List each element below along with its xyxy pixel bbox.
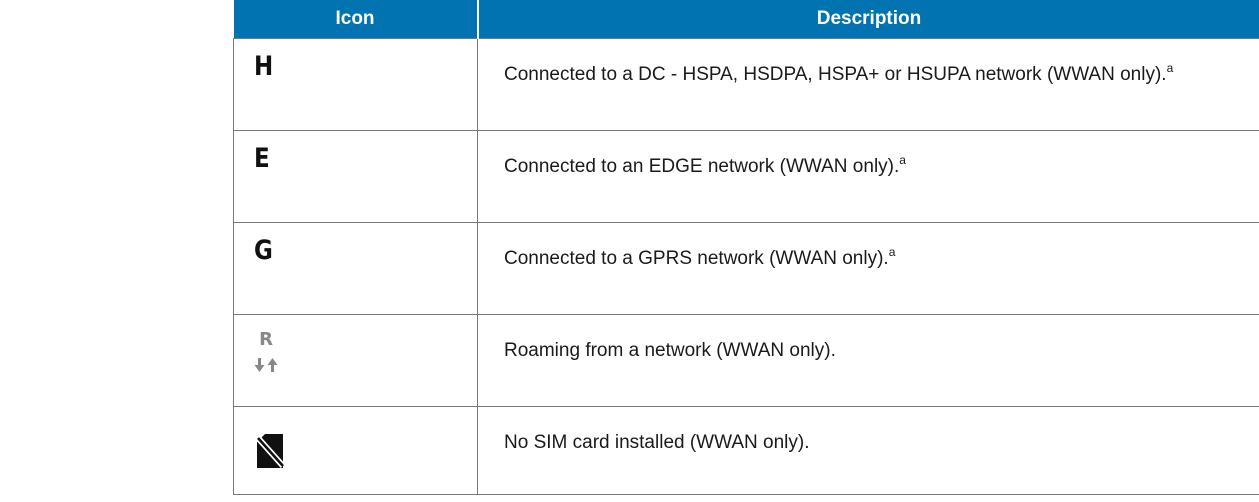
footnote-marker: a: [1166, 60, 1174, 75]
network-h-icon: H: [254, 50, 274, 82]
status-icons-table-container: Icon Description H Connected to a DC - H…: [233, 0, 1259, 495]
header-icon: Icon: [233, 0, 479, 39]
icon-cell: H: [233, 37, 478, 131]
description-cell: No SIM card installed (WWAN only).: [477, 405, 1259, 495]
roaming-icon: R: [253, 329, 279, 373]
description-text: Connected to an EDGE network (WWAN only)…: [504, 155, 900, 177]
description-cell: Roaming from a network (WWAN only).: [477, 313, 1259, 407]
table-row: E Connected to an EDGE network (WWAN onl…: [233, 129, 1259, 223]
table-row: H Connected to a DC - HSPA, HSDPA, HSPA+…: [233, 37, 1259, 131]
table-row: No SIM card installed (WWAN only).: [233, 405, 1259, 495]
footnote-marker: a: [888, 244, 896, 259]
description-text: No SIM card installed (WWAN only).: [504, 431, 810, 453]
description-text: Roaming from a network (WWAN only).: [504, 339, 836, 361]
icon-cell: G: [233, 221, 478, 315]
roaming-r-glyph: R: [259, 328, 273, 350]
table-body: H Connected to a DC - HSPA, HSDPA, HSPA+…: [233, 37, 1259, 495]
table-row: R Roaming from a network (WWAN only).: [233, 313, 1259, 407]
network-g-icon: G: [254, 234, 273, 266]
description-cell: Connected to a DC - HSPA, HSDPA, HSPA+ o…: [477, 37, 1259, 131]
description-text: Connected to a DC - HSPA, HSDPA, HSPA+ o…: [504, 63, 1167, 85]
description-cell: Connected to a GPRS network (WWAN only).…: [477, 221, 1259, 315]
footnote-marker: a: [899, 152, 906, 167]
status-icons-table: Icon Description H Connected to a DC - H…: [233, 0, 1259, 495]
no-sim-icon: [255, 433, 286, 475]
icon-cell: R: [233, 313, 478, 407]
icon-cell: E: [233, 129, 478, 223]
network-e-icon: E: [254, 142, 270, 174]
icon-cell: [233, 405, 478, 495]
table-header: Icon Description: [233, 0, 1259, 39]
header-row: Icon Description: [233, 0, 1259, 39]
roaming-arrows-icon: [254, 357, 278, 372]
description-text: Connected to a GPRS network (WWAN only).: [504, 247, 889, 269]
table-row: G Connected to a GPRS network (WWAN only…: [233, 221, 1259, 315]
description-cell: Connected to an EDGE network (WWAN only)…: [477, 129, 1259, 223]
header-description: Description: [477, 0, 1259, 39]
